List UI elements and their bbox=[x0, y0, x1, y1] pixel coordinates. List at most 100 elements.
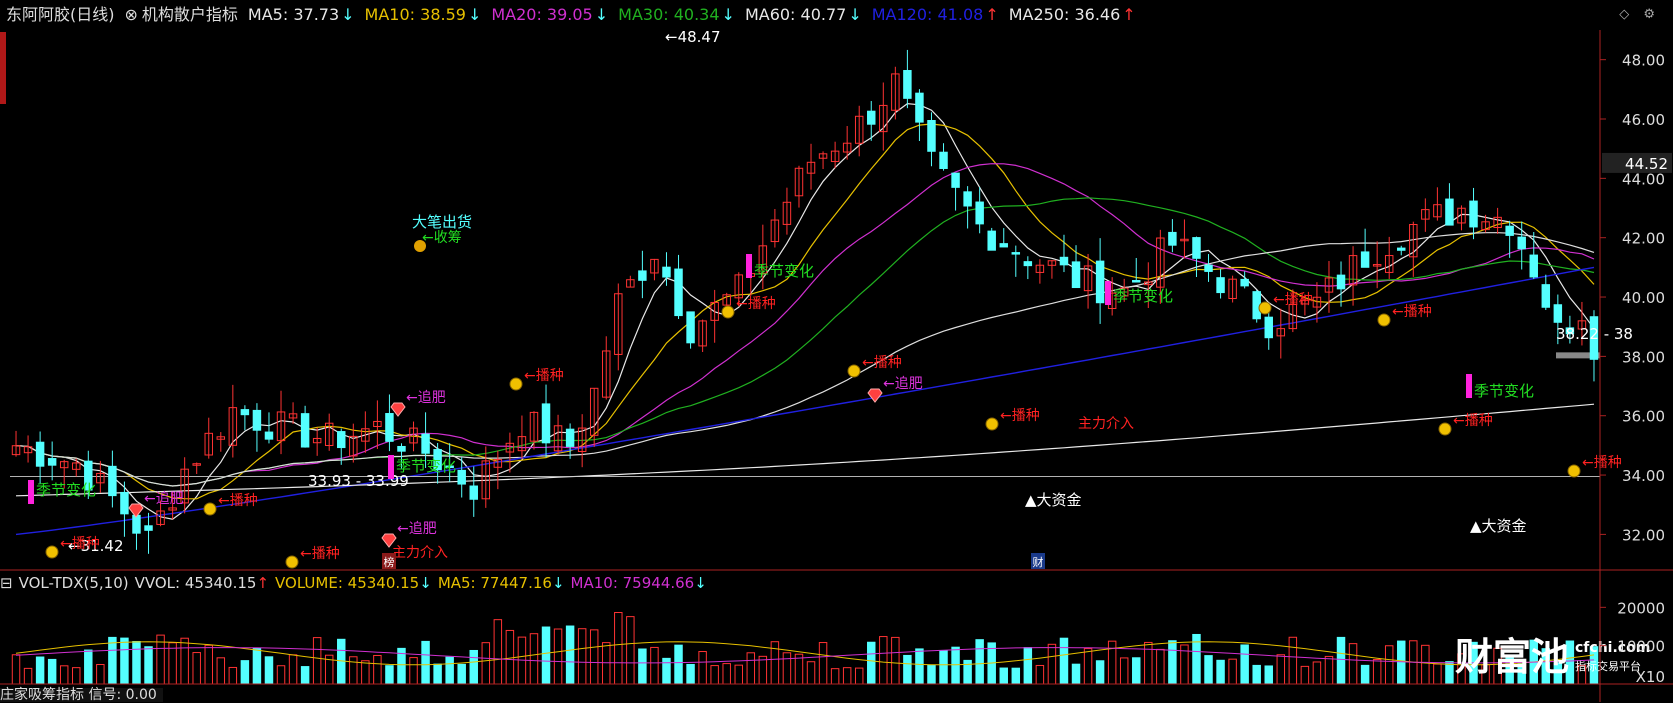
coin-icon bbox=[721, 305, 735, 319]
volume-bar bbox=[1228, 658, 1237, 685]
volume-bar bbox=[662, 657, 671, 685]
current-price-label: 44.52 bbox=[1625, 155, 1668, 173]
volume-bar bbox=[650, 646, 659, 685]
volume-bar bbox=[481, 642, 491, 685]
volume-bar bbox=[1023, 647, 1033, 685]
volume-bar bbox=[252, 647, 262, 685]
volume-bar bbox=[734, 664, 743, 685]
brand-logo: 财富池 bbox=[1455, 635, 1569, 679]
candle-body bbox=[457, 469, 466, 485]
price-tick-label: 44.00 bbox=[1622, 170, 1665, 188]
volume-bar bbox=[1216, 659, 1225, 685]
volume-bar bbox=[1119, 657, 1129, 685]
season-bar-icon bbox=[746, 254, 752, 278]
volume-bar bbox=[1276, 654, 1286, 685]
volume-bar bbox=[1445, 661, 1454, 685]
coin-icon bbox=[509, 377, 523, 391]
sow-label: ←播种 bbox=[1582, 455, 1622, 471]
candle-body bbox=[1360, 251, 1370, 268]
volume-bar bbox=[1047, 643, 1057, 685]
coin-icon bbox=[1438, 422, 1452, 436]
candle-body bbox=[565, 428, 575, 447]
season-bar-icon bbox=[28, 480, 34, 504]
volume-bar bbox=[469, 649, 478, 685]
volume-bar bbox=[240, 660, 250, 685]
volume-bar bbox=[1035, 664, 1045, 685]
coin-icon bbox=[45, 545, 59, 559]
volume-bar bbox=[1156, 648, 1165, 685]
candle-body bbox=[144, 525, 153, 531]
candle-body bbox=[1397, 247, 1406, 251]
volume-bar bbox=[216, 657, 226, 685]
volume-bar bbox=[879, 636, 888, 685]
volume-bar bbox=[1372, 659, 1382, 685]
volume-bar bbox=[84, 649, 93, 685]
candle-body bbox=[1011, 252, 1021, 255]
candle-body bbox=[120, 491, 129, 515]
volume-bar bbox=[541, 626, 551, 685]
vol-ma5-value: MA5: 77447.16 bbox=[437, 574, 552, 592]
volume-bar bbox=[72, 667, 81, 685]
volume-bar bbox=[854, 667, 864, 685]
candle-body bbox=[1071, 261, 1081, 289]
volume-bar bbox=[1421, 644, 1430, 685]
volume-bar bbox=[891, 636, 900, 685]
gem-icon bbox=[867, 388, 883, 403]
sow-label: ←播种 bbox=[1453, 413, 1493, 429]
candle-body bbox=[1168, 231, 1177, 246]
volume-bar bbox=[180, 637, 189, 685]
candle-body bbox=[1517, 236, 1526, 250]
candle-body bbox=[674, 268, 683, 317]
candle-body bbox=[1541, 284, 1551, 308]
season-change-label: 季节变化 bbox=[1474, 382, 1534, 400]
volume-bar bbox=[445, 656, 454, 685]
volume-bar bbox=[1324, 655, 1334, 685]
sow-label: ←播种 bbox=[862, 355, 902, 371]
candle-body bbox=[1240, 278, 1249, 287]
cai-label: 财 bbox=[1033, 555, 1044, 569]
vol-indicator-name[interactable]: VOL-TDX(5,10) bbox=[19, 574, 129, 592]
candle-body bbox=[939, 151, 948, 169]
sow-label: ←播种 bbox=[524, 368, 564, 384]
candle-body bbox=[987, 230, 996, 251]
volume-bar bbox=[782, 652, 792, 685]
high-price-label: ←48.47 bbox=[665, 28, 721, 46]
candle-body bbox=[1553, 304, 1563, 323]
volume-bar bbox=[1264, 665, 1273, 685]
volume-bar bbox=[96, 664, 105, 685]
vol-square-icon[interactable]: ⊟ bbox=[0, 574, 13, 592]
volume-bar bbox=[1397, 640, 1406, 685]
volume-bar bbox=[722, 663, 731, 685]
volume-bar bbox=[337, 638, 346, 685]
volume-bar bbox=[1384, 645, 1394, 685]
volume-bar bbox=[1252, 664, 1261, 685]
sow-label: ←播种 bbox=[1000, 408, 1040, 424]
candle-body bbox=[1529, 254, 1538, 278]
volume-bar bbox=[1288, 636, 1298, 685]
volume-bar bbox=[47, 658, 57, 685]
bottom-indicator-label[interactable]: 庄家吸筹指标 信号: 0.00 bbox=[0, 688, 163, 702]
volume-bar bbox=[1132, 657, 1141, 685]
bang-label: 榜 bbox=[384, 555, 395, 569]
volume-bar bbox=[915, 648, 924, 685]
volume-bar bbox=[228, 666, 238, 685]
volume-bar bbox=[577, 628, 587, 685]
volume-bar bbox=[565, 625, 575, 685]
volume-bar bbox=[553, 628, 563, 685]
candle-body bbox=[1445, 198, 1454, 226]
volume-bar bbox=[818, 642, 828, 685]
candle-body bbox=[1132, 280, 1141, 283]
coin-icon bbox=[847, 364, 861, 378]
volume-bar bbox=[120, 637, 129, 685]
volume-bar bbox=[686, 663, 695, 685]
price-tick-label: 36.00 bbox=[1622, 408, 1665, 426]
candle-body bbox=[999, 243, 1008, 248]
sow-label: ←播种 bbox=[218, 493, 258, 509]
volume-bar bbox=[903, 654, 912, 685]
candle-body bbox=[108, 465, 117, 497]
coin-icon bbox=[1258, 301, 1272, 315]
volume-bar bbox=[589, 629, 599, 685]
coin-icon bbox=[285, 555, 299, 569]
volume-bar bbox=[505, 629, 515, 685]
season-change-label: 季节变化 bbox=[36, 481, 96, 499]
